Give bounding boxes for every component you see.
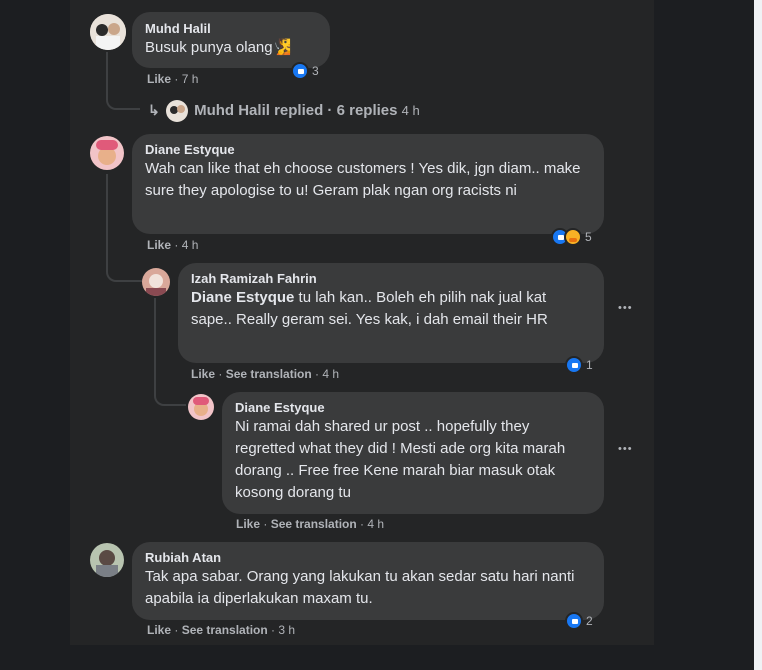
reaction-summary[interactable]: 1: [565, 355, 593, 375]
reaction-summary[interactable]: 3: [291, 61, 319, 81]
reaction-count: 3: [312, 64, 319, 78]
like-link[interactable]: Like: [147, 623, 171, 637]
timestamp[interactable]: 4 h: [322, 367, 339, 381]
reaction-count: 2: [586, 614, 593, 628]
avatar[interactable]: [188, 394, 214, 420]
timestamp[interactable]: 4 h: [367, 517, 384, 531]
mention-link[interactable]: Diane Estyque: [191, 289, 294, 306]
comment-author[interactable]: Diane Estyque: [235, 400, 591, 416]
thread-line: [106, 52, 108, 90]
comment-meta: Like · See translation · 4 h: [191, 367, 340, 381]
comment-text: Tak apa sabar. Orang yang lakukan tu aka…: [145, 568, 575, 607]
comment-bubble: Izah Ramizah Fahrin Diane Estyque tu lah…: [178, 263, 604, 363]
page-edge: [754, 0, 762, 670]
avatar[interactable]: [90, 543, 124, 577]
timestamp[interactable]: 4 h: [182, 238, 199, 252]
replied-author: Muhd Halil replied: [194, 101, 324, 119]
more-options-button[interactable]: •••: [618, 443, 633, 455]
like-link[interactable]: Like: [147, 72, 171, 86]
comment-author[interactable]: Izah Ramizah Fahrin: [191, 271, 591, 287]
care-icon: [564, 228, 582, 246]
comment-bubble: Diane Estyque Wah can like that eh choos…: [132, 134, 604, 234]
comment-meta: Like · 7 h: [147, 72, 199, 86]
comment-text: Wah can like that eh choose customers ! …: [145, 160, 581, 199]
thread-curve: [106, 90, 140, 110]
comments-panel: Muhd Halil Busuk punya olang🧏 3 Like · 7…: [70, 0, 654, 645]
comment-author[interactable]: Rubiah Atan: [145, 550, 591, 566]
comment-bubble: Diane Estyque Ni ramai dah shared ur pos…: [222, 392, 604, 514]
avatar: [165, 100, 188, 122]
like-link[interactable]: Like: [147, 238, 171, 252]
reply-count: 6 replies: [336, 101, 398, 119]
thread-curve: [106, 266, 142, 282]
see-translation-link[interactable]: See translation: [182, 623, 268, 637]
timestamp: 4 h: [401, 102, 420, 118]
avatar[interactable]: [90, 136, 124, 170]
like-icon: [565, 612, 583, 630]
see-translation-link[interactable]: See translation: [271, 517, 357, 531]
comment-text: Busuk punya olang🧏: [145, 39, 292, 56]
reaction-summary[interactable]: 5: [551, 227, 592, 247]
reply-arrow-icon: ↳: [148, 101, 160, 118]
comment-text: Ni ramai dah shared ur post .. hopefully…: [235, 418, 566, 501]
comment-bubble: Rubiah Atan Tak apa sabar. Orang yang la…: [132, 542, 604, 620]
more-options-button[interactable]: •••: [618, 302, 633, 314]
comment-meta: Like · 4 h: [147, 238, 199, 252]
comment-author[interactable]: Muhd Halil: [145, 21, 317, 37]
reaction-count: 1: [586, 358, 593, 372]
view-replies-link[interactable]: ↳ Muhd Halil replied · 6 replies 4 h: [148, 100, 420, 122]
like-link[interactable]: Like: [191, 367, 215, 381]
like-icon: [565, 356, 583, 374]
comment-meta: Like · See translation · 4 h: [236, 517, 385, 531]
comment-meta: Like · See translation · 3 h: [147, 623, 296, 637]
thread-curve: [154, 388, 186, 406]
see-translation-link[interactable]: See translation: [226, 367, 312, 381]
comment-author[interactable]: Diane Estyque: [145, 142, 591, 158]
thread-line: [106, 174, 108, 266]
comment-bubble: Muhd Halil Busuk punya olang🧏: [132, 12, 330, 68]
avatar[interactable]: [142, 268, 170, 296]
reaction-count: 5: [585, 230, 592, 244]
like-icon: [291, 62, 309, 80]
thread-line: [154, 298, 156, 388]
avatar[interactable]: [90, 14, 126, 50]
reaction-summary[interactable]: 2: [565, 611, 593, 631]
like-link[interactable]: Like: [236, 517, 260, 531]
timestamp[interactable]: 7 h: [182, 72, 199, 86]
timestamp[interactable]: 3 h: [278, 623, 295, 637]
